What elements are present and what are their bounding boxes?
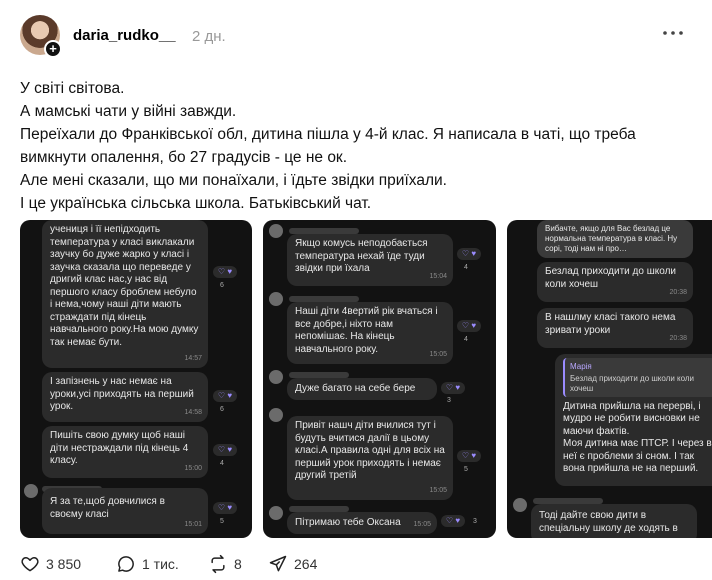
post-time: 2 дн. [192,28,226,45]
send-icon [269,555,287,572]
message-text: Вибачте, якщо для Вас безлад це нормальн… [545,224,678,253]
repost-button[interactable]: 8 [208,553,242,575]
heart-purple-icon: ♡ ♥ [213,502,237,514]
message-text: Дитина прийшла на перерві, і мудро не ро… [563,400,712,475]
post-text: У світі світова. А мамські чати у війні … [20,77,700,215]
avatar [513,498,527,512]
heart-purple-icon: ♡ ♥ [441,515,465,527]
media-carousel[interactable]: учениця і її непідходить температура у к… [20,220,712,538]
message-time: 14:57 [184,354,202,362]
chat-screenshot[interactable]: Вибачте, якщо для Вас безлад це нормальн… [507,220,712,538]
message-time: 15:00 [184,464,202,472]
chat-bubble: Пишіть свою думку щоб наші діти нестражд… [42,426,208,478]
quote-text: Безлад приходити до школи коли хочеш [570,373,695,393]
message-text: Я за те,щоб довчилися в своєму класі [50,496,165,520]
chat-bubble: Марія Безлад приходити до школи коли хоч… [555,354,712,486]
heart-purple-icon: ♡ ♥ [213,266,237,278]
chat-screenshot[interactable]: учениця і її непідходить температура у к… [20,220,252,538]
post-text-line: Але мені сказали, що ми понаїхали, і їдь… [20,172,447,189]
repost-count: 8 [234,556,242,572]
action-bar: 3 850 1 тис. 8 264 [20,553,420,577]
reaction-count: 6 [220,406,224,413]
message-time: 15:04 [429,272,447,280]
plus-icon[interactable]: + [44,40,62,58]
repost-icon [211,554,225,574]
chat-bubble: В нашлму класі такого нема зривати уроки… [537,308,693,348]
chat-bubble: Я за те,щоб довчилися в своєму класі 15:… [42,488,208,534]
heart-purple-icon: ♡ ♥ [213,390,237,402]
avatar [269,224,283,238]
avatar [24,484,38,498]
share-count: 264 [294,556,318,572]
reaction-count: 5 [220,518,224,525]
heart-purple-icon: ♡ ♥ [457,450,481,462]
message-text: Наші діти 4вертий рік вчаться і все добр… [295,306,438,355]
avatar [269,408,283,422]
chat-bubble: учениця і її непідходить температура у к… [42,220,208,368]
avatar [269,370,283,384]
avatar [269,506,283,520]
message-time: 15:05 [413,520,431,528]
share-button[interactable]: 264 [268,553,317,575]
quote-author: Марія [570,362,592,371]
heart-purple-icon: ♡ ♥ [457,248,481,260]
message-text: Пишіть свою думку щоб наші діти нестражд… [50,430,189,466]
message-time: 20:38 [669,288,687,296]
reaction-count: 5 [464,466,468,473]
message-text: учениця і її непідходить температура у к… [50,224,199,348]
chat-bubble: І запізнень у нас немає на уроки,усі при… [42,372,208,422]
message-text: В нашлму класі такого нема зривати уроки [545,312,676,336]
comment-icon [118,556,134,572]
reply-quote: Марія Безлад приходити до школи коли хоч… [563,358,712,397]
reaction-count: 4 [464,336,468,343]
message-time: 15:01 [184,520,202,528]
reaction-count: 3 [447,397,451,404]
chat-bubble: Пітримаю тебе Оксана 15:05 [287,512,437,534]
heart-purple-icon: ♡ ♥ [441,382,465,394]
chat-bubble: Привіт нашч діти вчилися тут і будуть вч… [287,416,453,500]
chat-bubble: Наші діти 4вертий рік вчаться і все добр… [287,302,453,364]
heart-icon [21,557,39,572]
message-text: Якщо комусь неподобається температура не… [295,238,428,274]
message-time: 14:58 [184,408,202,416]
message-text: Тоді дайте свою дити в спеціальну школу … [539,510,678,534]
comment-count: 1 тис. [142,556,179,572]
chat-bubble: Безлад приходити до школи коли хочеш 20:… [537,262,693,302]
chat-screenshot[interactable]: Якщо комусь неподобається температура не… [263,220,496,538]
message-time: 15:05 [429,486,447,494]
post-text-line: І це українська сільська школа. Батьківс… [20,195,372,212]
like-count: 3 850 [46,556,82,572]
chat-bubble: Вибачте, якщо для Вас безлад це нормальн… [537,220,693,258]
more-icon[interactable] [662,26,684,46]
avatar [269,292,283,306]
chat-bubble: Тоді дайте свою дити в спеціальну школу … [531,504,697,538]
message-text: Пітримаю тебе Оксана [295,517,401,528]
message-text: Дуже багато на себе бере [295,383,416,394]
like-button[interactable]: 3 850 [20,553,81,575]
username[interactable]: daria_rudko__ [73,27,176,44]
chat-bubble: Дуже багато на себе бере [287,378,437,400]
post-text-line: Переїхали до Франківської обл, дитина пі… [20,126,636,166]
heart-purple-icon: ♡ ♥ [457,320,481,332]
post-text-line: У світі світова. [20,80,125,97]
post: + daria_rudko__ 2 дн. У світі світова. А… [0,0,712,580]
message-text: Привіт нашч діти вчилися тут і будуть вч… [295,420,445,481]
post-text-line: А мамські чати у війні завжди. [20,103,237,120]
comment-button[interactable]: 1 тис. [116,553,179,575]
reaction-count: 6 [220,282,224,289]
reaction-count: 4 [220,460,224,467]
heart-purple-icon: ♡ ♥ [213,444,237,456]
chat-bubble: Якщо комусь неподобається температура не… [287,234,453,286]
message-text: І запізнень у нас немає на уроки,усі при… [50,376,194,412]
message-time: 20:38 [669,334,687,342]
message-text: Безлад приходити до школи коли хочеш [545,266,676,290]
message-time: 15:05 [429,350,447,358]
reaction-count: 3 [473,518,477,525]
reaction-count: 4 [464,264,468,271]
